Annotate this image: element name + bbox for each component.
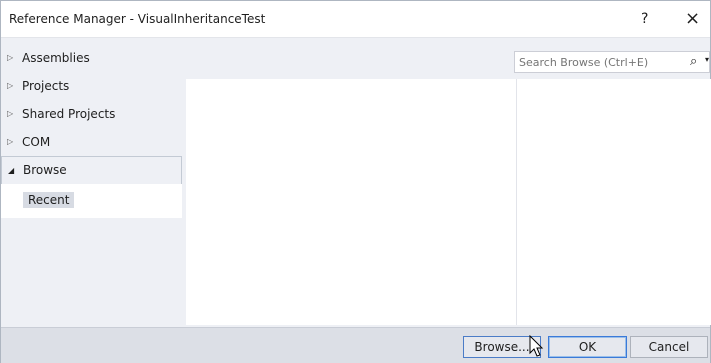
- nav-item-shared-projects[interactable]: ▷ Shared Projects: [1, 100, 185, 128]
- ok-button[interactable]: OK: [548, 336, 627, 358]
- help-button[interactable]: ?: [641, 11, 648, 27]
- nav-item-label: Projects: [22, 79, 70, 93]
- close-button[interactable]: ×: [685, 8, 700, 29]
- expand-arrow-icon: ▷: [7, 53, 14, 62]
- browse-subnav: Recent: [1, 184, 182, 218]
- expand-arrow-icon: ▷: [7, 137, 14, 146]
- category-nav: ▷ Assemblies ▷ Projects ▷ Shared Project…: [1, 44, 185, 185]
- nav-item-label: Browse: [23, 163, 67, 177]
- button-bar: Browse... OK Cancel: [1, 327, 710, 363]
- details-pane: [516, 79, 711, 325]
- search-input[interactable]: [519, 54, 679, 70]
- nav-item-com[interactable]: ▷ COM: [1, 128, 185, 156]
- nav-subitem-recent[interactable]: Recent: [23, 192, 75, 208]
- window-title: Reference Manager - VisualInheritanceTes…: [9, 12, 266, 26]
- mouse-pointer-icon: [529, 335, 544, 357]
- expand-arrow-icon: ▷: [7, 109, 14, 118]
- reference-manager-dialog: Reference Manager - VisualInheritanceTes…: [0, 0, 711, 363]
- references-list[interactable]: [186, 79, 516, 325]
- nav-item-projects[interactable]: ▷ Projects: [1, 72, 185, 100]
- cancel-button[interactable]: Cancel: [630, 336, 708, 358]
- nav-item-label: COM: [22, 135, 51, 149]
- search-icon[interactable]: ⌕: [690, 54, 697, 69]
- nav-item-assemblies[interactable]: ▷ Assemblies: [1, 44, 185, 72]
- nav-item-label: Assemblies: [22, 51, 90, 65]
- expand-arrow-icon: ▷: [7, 81, 14, 90]
- collapse-arrow-icon: ◢: [8, 166, 15, 175]
- chevron-down-icon[interactable]: ▾: [705, 55, 709, 64]
- nav-item-label: Shared Projects: [22, 107, 116, 121]
- title-bar: Reference Manager - VisualInheritanceTes…: [1, 1, 710, 38]
- search-box[interactable]: ⌕ ▾: [514, 51, 710, 73]
- nav-item-browse[interactable]: ◢ Browse: [1, 156, 182, 185]
